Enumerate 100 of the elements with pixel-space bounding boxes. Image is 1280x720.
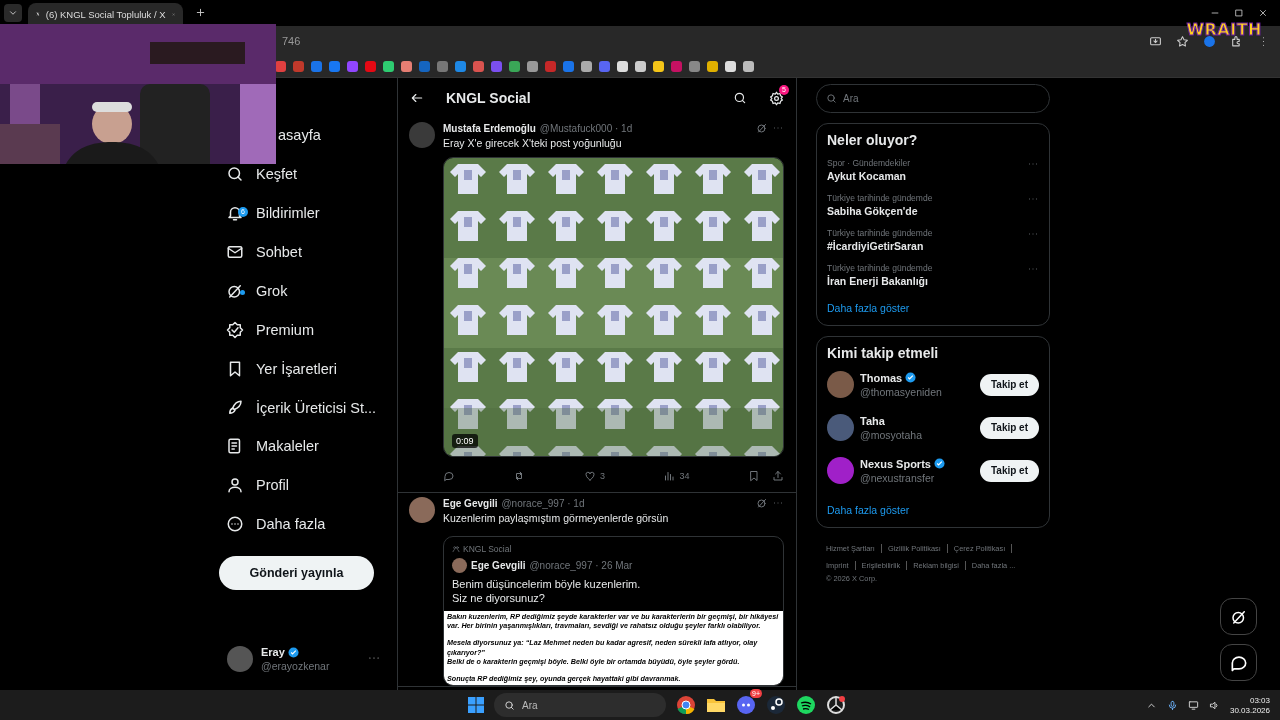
search-field[interactable]: Ara [494,693,666,717]
nav-item[interactable]: Profil [220,473,290,498]
bookmark-icon[interactable] [743,61,754,72]
avatar[interactable] [827,457,854,484]
author-name[interactable]: Ege Gevgili [471,560,526,571]
avatar[interactable] [827,371,854,398]
tab-title: (6) KNGL Social Topluluk / X [45,8,166,20]
back-arrow-icon[interactable] [410,91,424,105]
nav-item[interactable]: İçerik Üreticisi St... [220,395,377,420]
extension-icon[interactable] [1203,34,1216,48]
post-text: Kuzenlerim paylaşmıştım görmeyenlerde görsün [443,512,670,524]
discord-icon[interactable] [736,695,756,715]
nav-item[interactable]: Daha fazla [220,512,326,537]
video-duration: 0:09 [452,434,478,448]
user-handle: @mosyotaha [860,428,924,441]
microphone-icon[interactable] [1166,699,1178,711]
bookmark-icon[interactable] [635,61,646,72]
show-more-link[interactable]: Daha fazla göster [827,504,910,516]
spotify-icon[interactable] [796,695,816,715]
follow-button[interactable]: Takip et [980,459,1039,482]
search-icon [504,699,515,711]
reply-button[interactable] [443,470,455,482]
bookmark-icon[interactable] [617,61,628,72]
trend-topic[interactable]: Aykut Kocaman [827,170,911,182]
clock-time: 03:03 [1249,695,1270,705]
bookmark-icon[interactable] [707,61,718,72]
trend-topic[interactable]: #İcardiyiGetirSaran [827,240,933,252]
more-icon [226,515,244,534]
aperture-icon[interactable] [826,695,846,715]
bookmark-icon[interactable] [455,61,466,72]
search-icon [826,93,837,104]
bookmark-icon[interactable] [581,61,592,72]
new-tab-icon[interactable] [195,7,206,18]
settings-icon[interactable] [769,90,784,106]
user-name[interactable]: Taha [860,414,885,427]
chrome-icon[interactable] [676,695,696,715]
nav-item[interactable]: Yer İşaretleri [220,356,337,381]
card-title: Neler oluyor? [827,132,919,148]
avatar[interactable] [409,497,435,523]
show-more-link[interactable]: Daha fazla göster [827,302,910,314]
nav-item[interactable]: Premium [220,317,314,342]
share-icon[interactable] [771,470,784,482]
grok-icon[interactable] [756,497,768,509]
avatar[interactable] [227,646,253,672]
user-name[interactable]: Thomas [860,371,903,384]
trend-context: Türkiye tarihinde gündemde [827,193,933,203]
tab-list-button[interactable] [4,4,22,22]
grok-icon[interactable] [756,122,768,134]
nav-item[interactable]: Keşfet [220,162,298,187]
bookmark-icon[interactable] [401,61,412,72]
avatar[interactable] [827,414,854,441]
quote-text: Benim düşüncelerim böyle kuzenlerim. Siz ne diyorsunuz? [452,577,642,606]
messages-button[interactable] [1220,644,1257,681]
star-icon[interactable] [1176,34,1189,48]
bookmark-icon[interactable] [509,61,520,72]
install-icon[interactable] [1149,34,1162,48]
clock-date: 30.03.2026 [1229,705,1270,715]
nav-item[interactable]: Grok [220,278,288,303]
bookmark-icon[interactable] [527,61,538,72]
close-icon[interactable] [1258,8,1268,18]
post-button[interactable]: Gönderi yayınla [219,555,374,590]
stream-logo: WRAITH [1186,20,1262,39]
like-button[interactable]: 3 [583,470,605,482]
browser-tab[interactable]: (6) KNGL Social Topluluk / X [28,3,183,25]
bell-icon [226,204,244,223]
post-text: Eray X'e girecek X'teki post yoğunluğu [443,137,623,149]
maximize-icon[interactable] [1234,8,1244,18]
search-field[interactable]: Ara [816,84,1050,113]
trend-context: Spor · Gündemdekiler [827,158,911,168]
trend-context: Türkiye tarihinde gündemde [827,263,933,273]
bookmark-icon[interactable] [725,61,736,72]
follow-button[interactable]: Takip et [980,373,1039,396]
bookmark-icon[interactable] [653,61,664,72]
monitor-icon[interactable] [1187,699,1199,711]
bookmark-icon[interactable] [383,61,394,72]
bookmark-icon[interactable] [689,61,700,72]
windows-icon[interactable] [468,697,484,713]
grok-button[interactable] [1220,598,1257,635]
account-name: Eray [261,646,285,658]
community-name[interactable]: KNGL Social [463,544,512,554]
author-name[interactable]: Ege Gevgili [443,497,498,509]
puzzle-icon[interactable] [1230,34,1243,48]
steam-icon[interactable] [766,695,786,715]
nav-item[interactable]: Sohbet [220,240,302,265]
avatar[interactable] [452,558,467,573]
trend-topic[interactable]: İran Enerji Bakanlığı [827,275,933,287]
search-icon [226,165,244,184]
search-icon[interactable] [733,91,747,105]
views-button[interactable]: 34 [663,470,690,482]
user-name[interactable]: Nexus Sports [860,457,931,470]
nav-item[interactable]: asayfa [278,123,321,148]
speaker-icon[interactable] [1208,699,1220,711]
trend-context: Türkiye tarihinde gündemde [827,228,933,238]
trend-topic[interactable]: Sabiha Gökçen'de [827,205,933,217]
nav-item[interactable]: Makaleler [220,434,319,459]
bookmark-icon[interactable] [747,470,760,482]
person-icon [226,476,244,495]
post-meta: @norace_997 · 1d [501,497,585,509]
follow-button[interactable]: Takip et [980,416,1039,439]
author-name[interactable]: Mustafa Erdemoğlu [443,122,536,134]
